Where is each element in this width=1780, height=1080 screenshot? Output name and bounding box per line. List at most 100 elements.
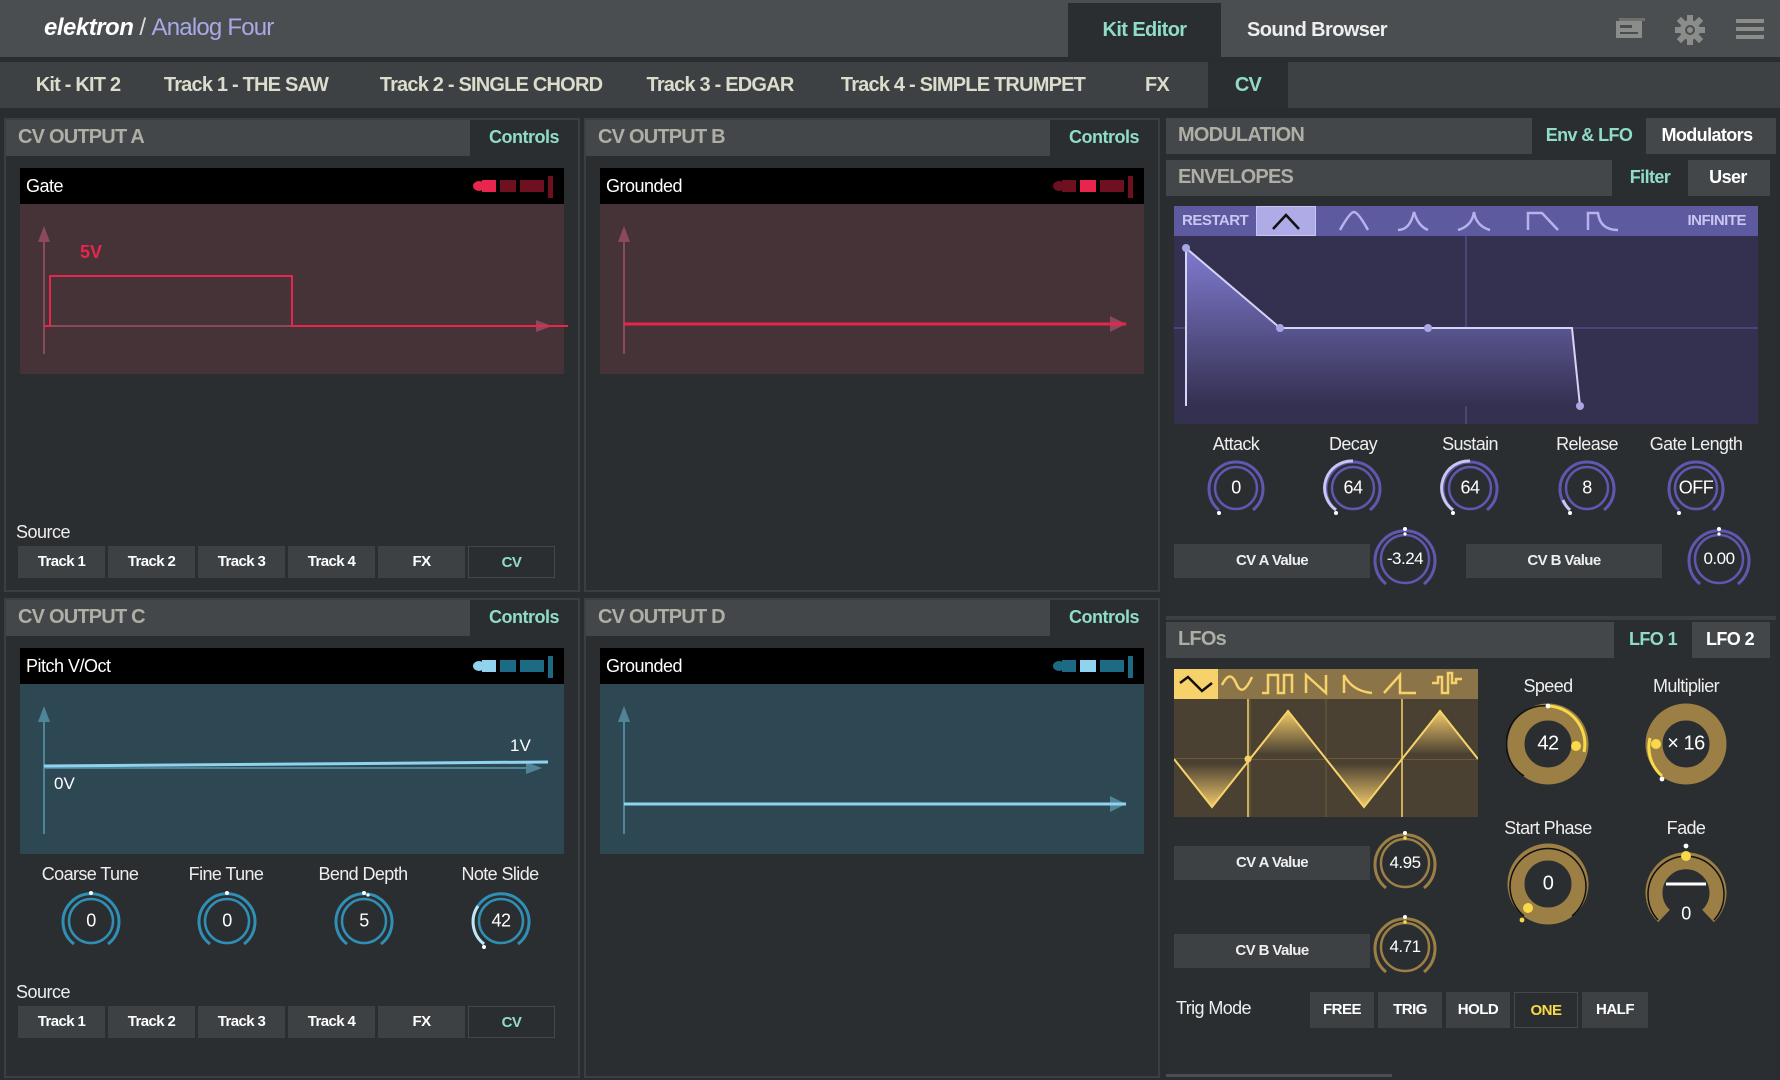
bend-depth-knob[interactable]: 5 [333,890,395,952]
multiplier-knob[interactable]: × 16 [1644,702,1728,786]
device-icon[interactable] [1614,14,1646,44]
lfo-cv-b-knob[interactable]: 4.71 [1372,914,1438,980]
linear-shape-icon[interactable] [1256,206,1316,236]
source-track-4[interactable]: Track 4 [288,1006,375,1038]
source-cv[interactable]: CV [468,546,555,578]
source-track-1[interactable]: Track 1 [18,546,105,578]
lfo-cv-a-value-button[interactable]: CV A Value [1174,846,1370,880]
attack-knob[interactable]: 0 [1206,458,1266,518]
scrollbar[interactable] [1166,1074,1392,1077]
decay-knob[interactable]: 64 [1323,458,1383,518]
ramp-wave-icon[interactable] [1380,669,1420,699]
tab-lfo-2[interactable]: LFO 2 [1692,622,1768,658]
log-shape-icon[interactable] [1384,206,1444,236]
sharp-shape-icon[interactable] [1444,206,1504,236]
tab-filter-envelope[interactable]: Filter [1612,160,1688,196]
tab-cv[interactable]: CV [1208,62,1288,108]
attack-point [1182,244,1190,252]
start-phase-knob[interactable]: 0 [1506,842,1590,926]
high-voltage-label: 1V [510,736,531,755]
trig-mode-one[interactable]: ONE [1514,992,1578,1028]
envelopes-title: ENVELOPES [1178,166,1294,188]
menu-icon[interactable] [1734,14,1766,44]
mode-switch-icon[interactable] [1050,654,1136,678]
env-cv-a-value-button[interactable]: CV A Value [1174,544,1370,578]
controls-button[interactable]: Controls [1050,600,1158,636]
tab-user-envelope[interactable]: User [1688,160,1768,196]
controls-button[interactable]: Controls [470,120,578,156]
panel-header: CV OUTPUT A Controls [6,120,578,156]
release-value: 8 [1582,477,1592,498]
source-fx[interactable]: FX [378,1006,465,1038]
tab-env-lfo[interactable]: Env & LFO [1532,118,1646,154]
lfo-cv-b-value-button[interactable]: CV B Value [1174,934,1370,968]
tab-sound-browser[interactable]: Sound Browser [1221,3,1413,57]
ramp-shape-icon[interactable] [1514,206,1574,236]
envelope-graph[interactable] [1174,236,1758,424]
trig-mode-trig[interactable]: TRIG [1378,992,1442,1028]
exponential-wave-icon[interactable] [1338,669,1378,699]
env-cv-b-value-button[interactable]: CV B Value [1466,544,1662,578]
attack-value: 0 [1231,477,1241,498]
sine-wave-icon[interactable] [1218,669,1258,699]
lfo-waveform-graph[interactable] [1173,699,1479,817]
mode-switch-icon[interactable] [470,654,556,678]
mode-selector[interactable]: Grounded [600,648,1144,684]
source-fx[interactable]: FX [378,546,465,578]
gear-icon[interactable] [1674,14,1706,45]
mode-label: Grounded [606,656,683,676]
tab-lfo-1[interactable]: LFO 1 [1614,622,1692,658]
trig-mode-half[interactable]: HALF [1582,992,1648,1028]
sawtooth-wave-icon[interactable] [1300,669,1340,699]
curve-shape-icon[interactable] [1574,206,1634,236]
mode-switch-icon[interactable] [470,174,556,198]
speed-knob[interactable]: 42 [1505,702,1590,786]
multiplier-label: Multiplier [1652,676,1720,696]
fade-knob[interactable]: 0 [1644,842,1728,926]
grounded-waveform-graph [618,706,1126,834]
source-cv[interactable]: CV [468,1006,555,1038]
sustain-knob[interactable]: 64 [1440,458,1500,518]
mode-label: Grounded [606,176,683,196]
source-track-3[interactable]: Track 3 [198,546,285,578]
infinite-button[interactable]: INFINITE [1688,212,1747,229]
lfo-cv-a-knob[interactable]: 4.95 [1372,830,1438,896]
mode-selector[interactable]: Grounded [600,168,1144,204]
mode-selector[interactable]: Gate [20,168,564,204]
start-phase-value: 0 [1542,872,1554,895]
tab-track-4[interactable]: Track 4 - SIMPLE TRUMPET [828,62,1098,108]
triangle-wave-icon[interactable] [1174,669,1218,699]
tab-track-3[interactable]: Track 3 - EDGAR [636,62,804,108]
restart-button[interactable]: RESTART [1182,212,1249,229]
random-wave-icon[interactable] [1428,669,1468,699]
source-track-2[interactable]: Track 2 [108,1006,195,1038]
multiplier-value: × 16 [1667,732,1705,755]
exp-shape-icon[interactable] [1324,206,1384,236]
mode-selector[interactable]: Pitch V/Oct [20,648,564,684]
tab-track-1[interactable]: Track 1 - THE SAW [152,62,340,108]
gate-length-knob[interactable]: OFF [1666,458,1726,518]
tab-modulators[interactable]: Modulators [1646,118,1768,154]
mode-switch-icon[interactable] [1050,174,1136,198]
tab-kit-editor[interactable]: Kit Editor [1068,3,1221,57]
tab-fx[interactable]: FX [1134,62,1180,108]
release-knob[interactable]: 8 [1557,458,1617,518]
controls-button[interactable]: Controls [1050,120,1158,156]
note-slide-knob[interactable]: 42 [470,890,532,952]
tab-kit[interactable]: Kit - KIT 2 [14,62,142,108]
fine-tune-knob[interactable]: 0 [196,890,258,952]
source-track-2[interactable]: Track 2 [108,546,195,578]
square-wave-icon[interactable] [1258,669,1298,699]
controls-button[interactable]: Controls [470,600,578,636]
trig-mode-hold[interactable]: HOLD [1446,992,1510,1028]
trig-mode-free[interactable]: FREE [1310,992,1374,1028]
source-track-4[interactable]: Track 4 [288,546,375,578]
low-voltage-label: 0V [54,774,75,793]
env-cv-a-knob[interactable]: -3.24 [1372,526,1438,592]
env-cv-b-knob[interactable]: 0.00 [1686,526,1752,592]
source-track-1[interactable]: Track 1 [18,1006,105,1038]
modulation-header: MODULATION Env & LFO Modulators [1166,118,1776,154]
source-track-3[interactable]: Track 3 [198,1006,285,1038]
tab-track-2[interactable]: Track 2 - SINGLE CHORD [364,62,618,108]
coarse-tune-knob[interactable]: 0 [60,890,122,952]
